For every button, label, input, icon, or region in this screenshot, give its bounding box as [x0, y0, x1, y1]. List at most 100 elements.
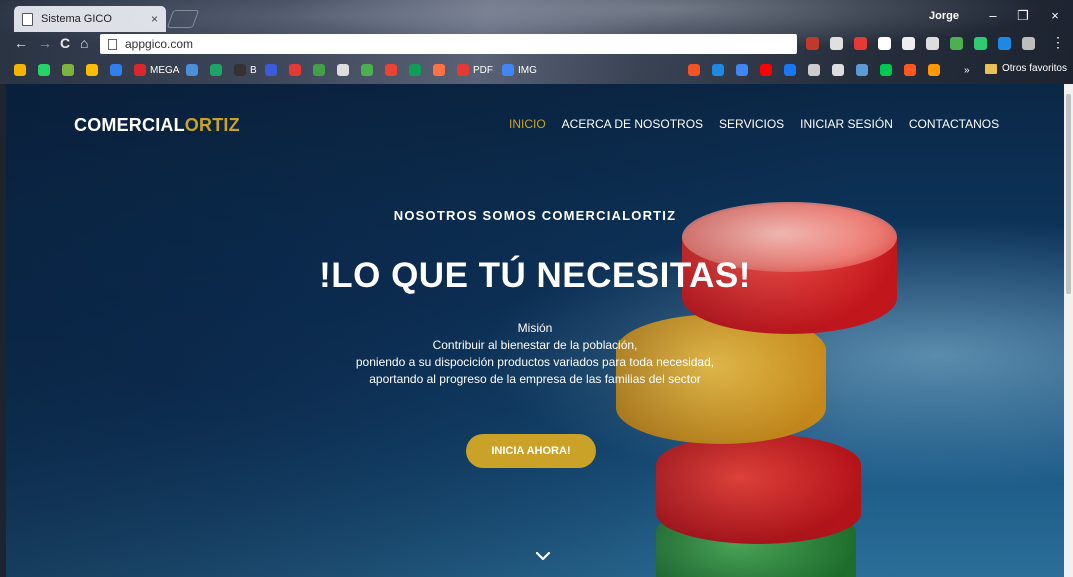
facebook-icon — [784, 64, 796, 76]
nav-iniciar-sesion[interactable]: INICIAR SESIÓN — [800, 117, 893, 131]
extension-icon[interactable] — [806, 37, 819, 50]
bookmark-item[interactable] — [210, 63, 226, 77]
forward-button[interactable]: → — [38, 35, 52, 51]
minimize-button[interactable]: – — [983, 8, 1003, 23]
translate-icon — [736, 64, 748, 76]
tomato-icon — [289, 64, 301, 76]
bookmark-item[interactable] — [289, 63, 305, 77]
extension-icon[interactable] — [974, 37, 987, 50]
other-bookmarks-folder[interactable]: Otros favoritos — [984, 63, 1067, 74]
bookmark-item[interactable] — [186, 63, 202, 77]
bookmark-item[interactable]: IMG — [502, 63, 537, 77]
browser-tab[interactable]: Sistema GICO × — [14, 6, 166, 32]
scroll-down-chevron-icon[interactable] — [535, 548, 551, 564]
bookmark-item[interactable]: PDF — [457, 63, 493, 77]
window-close-button[interactable]: × — [1045, 8, 1065, 23]
tab-close-icon[interactable]: × — [151, 12, 158, 26]
blogger-icon — [904, 64, 916, 76]
sheet-icon — [409, 64, 421, 76]
doc-icon — [186, 64, 198, 76]
other-bookmarks-label: Otros favoritos — [1001, 63, 1067, 74]
bookmark-item[interactable] — [928, 63, 944, 77]
tab-strip: Sistema GICO × Jorge – ❐ × — [0, 0, 1073, 32]
mission-line: poniendo a su dispocición productos vari… — [355, 355, 715, 369]
bookmark-item[interactable] — [712, 63, 728, 77]
extension-icon[interactable] — [878, 37, 891, 50]
url-text: appgico.com — [125, 37, 194, 51]
bookmark-item[interactable] — [361, 63, 377, 77]
bookmark-item[interactable] — [784, 63, 800, 77]
arrow-icon — [313, 64, 325, 76]
bookmark-item[interactable] — [856, 63, 872, 77]
scrollbar-thumb[interactable] — [1066, 94, 1071, 294]
browser-toolbar: ← → C ⌂ appgico.com ⋮ — [0, 32, 1073, 56]
bookmark-item[interactable] — [313, 63, 329, 77]
nav-contactanos[interactable]: CONTACTANOS — [909, 117, 999, 131]
cta-inicia-ahora-button[interactable]: INICIA AHORA! — [466, 434, 596, 468]
bookmark-item[interactable] — [62, 63, 78, 77]
page-info-icon[interactable] — [108, 38, 117, 50]
site-nav: INICIO ACERCA DE NOSOTROS SERVICIOS INIC… — [509, 117, 999, 131]
drive-icon — [14, 64, 26, 76]
logo-main-text: COMERCIAL — [74, 115, 185, 135]
extension-icon[interactable] — [902, 37, 915, 50]
bookmark-item[interactable] — [385, 63, 401, 77]
mission-heading: Misión — [517, 321, 553, 335]
image-icon — [832, 64, 844, 76]
plant-icon — [62, 64, 74, 76]
extension-icon[interactable] — [926, 37, 939, 50]
bookmark-item[interactable] — [110, 63, 126, 77]
tab-title: Sistema GICO — [41, 13, 112, 25]
bookmark-item[interactable]: B — [234, 63, 257, 77]
photos-icon — [385, 64, 397, 76]
keep-icon — [86, 64, 98, 76]
hero-title: !LO QUE TÚ NECESITAS! — [319, 256, 751, 295]
reload-button[interactable]: C — [60, 35, 70, 51]
site-logo[interactable]: COMERCIALORTIZ — [74, 115, 240, 136]
nav-inicio[interactable]: INICIO — [509, 117, 546, 131]
bookmark-item[interactable] — [265, 63, 281, 77]
bookmarks-overflow-button[interactable]: » — [964, 63, 970, 77]
bookmark-item[interactable] — [337, 63, 353, 77]
back-button[interactable]: ← — [14, 35, 28, 51]
mission-text: Misión Contribuir al bienestar de la pob… — [6, 320, 1064, 388]
bookmark-item[interactable] — [760, 63, 776, 77]
extension-icon[interactable] — [998, 37, 1011, 50]
mega-icon — [134, 64, 146, 76]
pdf-icon — [457, 64, 469, 76]
bookmark-item[interactable] — [409, 63, 425, 77]
hero-subtitle: NOSOTROS SOMOS COMERCIALORTIZ — [393, 208, 677, 223]
bookmark-item[interactable] — [736, 63, 752, 77]
browser-menu-button[interactable]: ⋮ — [1051, 34, 1065, 51]
bookmark-item[interactable] — [86, 63, 102, 77]
bookmark-item[interactable] — [832, 63, 848, 77]
extension-icon[interactable] — [950, 37, 963, 50]
profile-name[interactable]: Jorge — [929, 10, 959, 22]
extension-icon[interactable] — [830, 37, 843, 50]
teams-icon — [856, 64, 868, 76]
blue-b-icon — [110, 64, 122, 76]
new-tab-button[interactable] — [166, 10, 200, 28]
page-scrollbar[interactable] — [1064, 84, 1073, 577]
bookmark-item[interactable] — [14, 63, 30, 77]
bookmark-item[interactable] — [880, 63, 896, 77]
windows-icon — [688, 64, 700, 76]
nav-servicios[interactable]: SERVICIOS — [719, 117, 784, 131]
bookmark-item[interactable] — [38, 63, 54, 77]
page-favicon-icon — [22, 12, 33, 26]
b-icon — [234, 64, 246, 76]
bookmark-item[interactable] — [433, 63, 449, 77]
logo-accent-text: ORTIZ — [184, 115, 240, 135]
restore-button[interactable]: ❐ — [1013, 8, 1033, 24]
home-button[interactable]: ⌂ — [80, 35, 88, 51]
page-viewport: COMERCIALORTIZ INICIO ACERCA DE NOSOTROS… — [6, 84, 1064, 577]
nav-acerca-de-nosotros[interactable]: ACERCA DE NOSOTROS — [562, 117, 703, 131]
address-bar[interactable]: appgico.com — [100, 34, 797, 54]
bookmark-item[interactable] — [688, 63, 704, 77]
youtube-icon — [760, 64, 772, 76]
extension-icon[interactable] — [854, 37, 867, 50]
extension-icon[interactable] — [1022, 37, 1035, 50]
bookmark-item[interactable] — [904, 63, 920, 77]
bookmark-item[interactable] — [808, 63, 824, 77]
bookmark-item[interactable]: MEGA — [134, 63, 179, 77]
